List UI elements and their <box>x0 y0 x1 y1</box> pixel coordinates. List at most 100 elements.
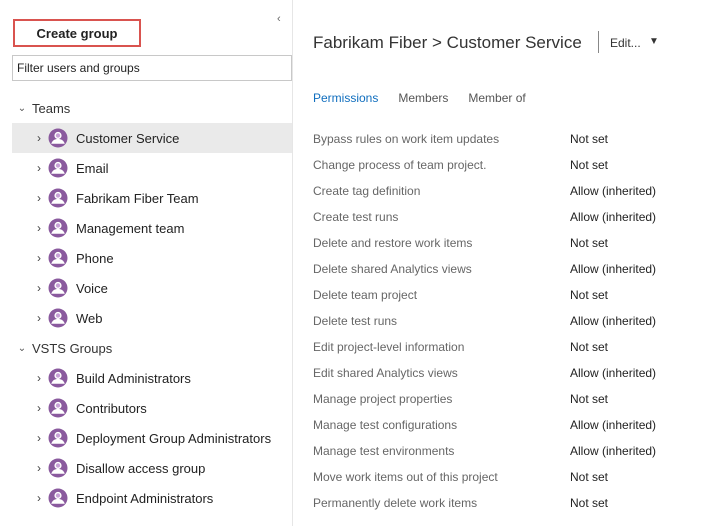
permission-row: Manage test environments Allow (inherited… <box>313 438 701 464</box>
tree-group-teams[interactable]: ⌄ Teams <box>12 93 292 123</box>
tree-item-label: Customer Service <box>76 130 180 146</box>
tree-item[interactable]: › Endpoint Administrators <box>12 483 292 513</box>
tree-item-label: Build Administrators <box>76 370 191 386</box>
permission-name: Manage project properties <box>313 392 453 406</box>
group-icon <box>48 488 68 508</box>
group-icon <box>48 308 68 328</box>
tree-item[interactable]: › Customer Service <box>12 123 292 153</box>
chevron-right-icon[interactable]: › <box>32 431 46 445</box>
permission-row: Create tag definition Allow (inherited) <box>313 178 701 204</box>
permission-row: Move work items out of this project Not s… <box>313 464 701 490</box>
header-divider <box>598 31 599 53</box>
group-icon <box>48 128 68 148</box>
tree-item[interactable]: › Contributors <box>12 393 292 423</box>
chevron-right-icon[interactable]: › <box>32 281 46 295</box>
permission-value[interactable]: Allow (inherited) <box>570 444 656 458</box>
tree-group-vsts-groups[interactable]: ⌄ VSTS Groups <box>12 333 292 363</box>
collapse-panel-icon[interactable]: ‹ <box>277 13 281 25</box>
tab-permissions[interactable]: Permissions <box>313 91 378 105</box>
permission-name: Edit project-level information <box>313 340 465 354</box>
group-icon <box>48 368 68 388</box>
permission-name: Change process of team project. <box>313 158 487 172</box>
permission-name: Delete team project <box>313 288 418 302</box>
permission-value[interactable]: Not set <box>570 236 608 250</box>
group-icon <box>48 158 68 178</box>
create-group-button[interactable]: Create group <box>13 19 141 47</box>
left-panel: Create group ‹ ⌄Teams›Customer Service›E… <box>0 0 292 526</box>
permission-row: Edit project-level information Not set <box>313 334 701 360</box>
tree-group-label: Teams <box>32 100 71 116</box>
permission-row: Bypass rules on work item updates Not set <box>313 126 701 152</box>
chevron-right-icon[interactable]: › <box>32 131 46 145</box>
permission-row: Create test runs Allow (inherited) <box>313 204 701 230</box>
tree-item[interactable]: › Management team <box>12 213 292 243</box>
permission-value[interactable]: Allow (inherited) <box>570 184 656 198</box>
permission-row: Manage test configurations Allow (inherit… <box>313 412 701 438</box>
chevron-right-icon[interactable]: › <box>32 491 46 505</box>
filter-input[interactable] <box>12 55 292 81</box>
chevron-down-icon[interactable]: ⌄ <box>12 103 32 114</box>
permission-name: Bypass rules on work item updates <box>313 132 500 146</box>
chevron-down-icon[interactable]: ▼ <box>649 36 659 47</box>
permission-name: Delete shared Analytics views <box>313 262 472 276</box>
tree-item[interactable]: › Voice <box>12 273 292 303</box>
edit-menu-button[interactable]: Edit... <box>610 36 641 50</box>
tree-item[interactable]: › Fabrikam Fiber Team <box>12 183 292 213</box>
tree-item-label: Deployment Group Administrators <box>76 430 272 446</box>
permission-name: Create tag definition <box>313 184 421 198</box>
group-icon <box>48 458 68 478</box>
permission-row: Manage project properties Not set <box>313 386 701 412</box>
permission-name: Delete test runs <box>313 314 398 328</box>
tab-member-of[interactable]: Member of <box>468 91 525 105</box>
panel-divider <box>292 0 293 526</box>
permission-row: Delete team project Not set <box>313 282 701 308</box>
group-icon <box>48 278 68 298</box>
tree-item-label: Fabrikam Fiber Team <box>76 190 199 206</box>
permissions-list: Bypass rules on work item updates Not set… <box>313 126 701 516</box>
chevron-right-icon[interactable]: › <box>32 461 46 475</box>
permission-name: Delete and restore work items <box>313 236 473 250</box>
chevron-down-icon[interactable]: ⌄ <box>12 343 32 354</box>
permission-value[interactable]: Not set <box>570 288 608 302</box>
permission-value[interactable]: Not set <box>570 392 608 406</box>
tree-item-label: Email <box>76 160 109 176</box>
permission-value[interactable]: Not set <box>570 158 608 172</box>
permission-row: Change process of team project. Not set <box>313 152 701 178</box>
permission-value[interactable]: Not set <box>570 496 608 510</box>
permission-value[interactable]: Allow (inherited) <box>570 262 656 276</box>
permission-value[interactable]: Allow (inherited) <box>570 418 656 432</box>
chevron-right-icon[interactable]: › <box>32 311 46 325</box>
permission-value[interactable]: Not set <box>570 470 608 484</box>
permission-name: Create test runs <box>313 210 399 224</box>
permission-value[interactable]: Not set <box>570 132 608 146</box>
permission-value[interactable]: Not set <box>570 340 608 354</box>
permission-name: Permanently delete work items <box>313 496 478 510</box>
tree-item[interactable]: › Email <box>12 153 292 183</box>
tree-item[interactable]: › Deployment Group Administrators <box>12 423 292 453</box>
chevron-right-icon[interactable]: › <box>32 221 46 235</box>
tree-item[interactable]: › Phone <box>12 243 292 273</box>
permission-value[interactable]: Allow (inherited) <box>570 366 656 380</box>
permission-value[interactable]: Allow (inherited) <box>570 314 656 328</box>
tree-item-label: Web <box>76 310 103 326</box>
chevron-right-icon[interactable]: › <box>32 191 46 205</box>
chevron-right-icon[interactable]: › <box>32 401 46 415</box>
permission-row: Edit shared Analytics views Allow (inheri… <box>313 360 701 386</box>
tree-item-label: Disallow access group <box>76 460 206 476</box>
group-icon <box>48 428 68 448</box>
tree-item-label: Endpoint Administrators <box>76 490 214 506</box>
permission-name: Manage test configurations <box>313 418 458 432</box>
permission-name: Move work items out of this project <box>313 470 498 484</box>
tab-members[interactable]: Members <box>398 91 448 105</box>
permission-value[interactable]: Allow (inherited) <box>570 210 656 224</box>
tree-item[interactable]: › Disallow access group <box>12 453 292 483</box>
page-header: Fabrikam Fiber > Customer Service <box>313 30 582 56</box>
chevron-right-icon[interactable]: › <box>32 371 46 385</box>
tree-item-label: Phone <box>76 250 114 266</box>
permission-row: Permanently delete work items Not set <box>313 490 701 516</box>
tree-item[interactable]: › Build Administrators <box>12 363 292 393</box>
group-icon <box>48 188 68 208</box>
chevron-right-icon[interactable]: › <box>32 251 46 265</box>
chevron-right-icon[interactable]: › <box>32 161 46 175</box>
tree-item[interactable]: › Web <box>12 303 292 333</box>
